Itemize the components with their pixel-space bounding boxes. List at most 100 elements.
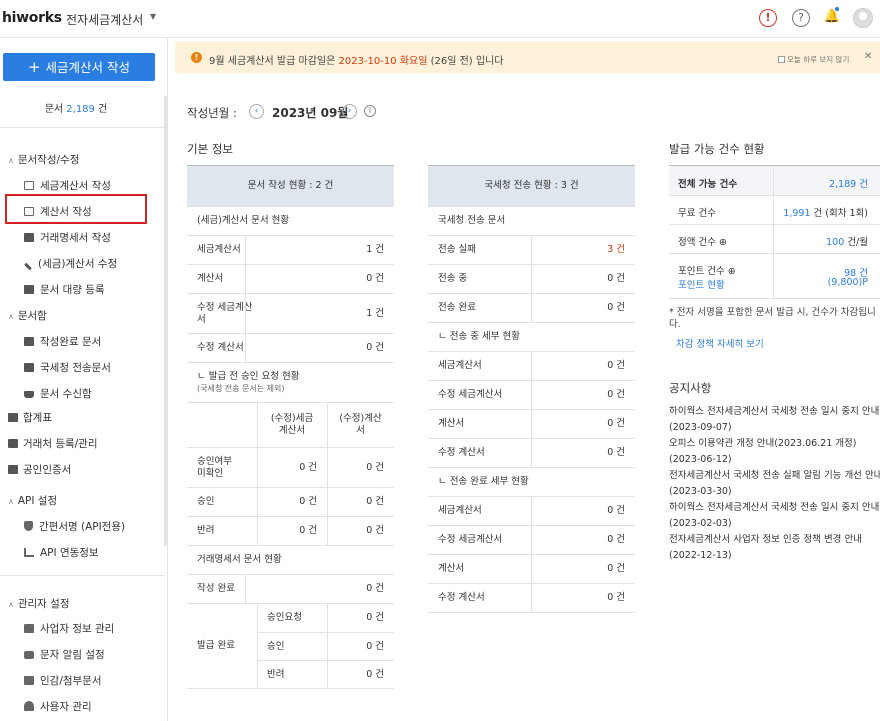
sidebar-item-sms[interactable]: 문자 알림 설정 — [24, 647, 105, 662]
prev-month-button[interactable]: ‹ — [249, 104, 264, 119]
section-row: ㄴ 전송 중 세부 현황 — [428, 323, 635, 352]
table-row: 수정 세금계산서 1 건 — [187, 294, 394, 334]
info-icon[interactable]: i — [364, 105, 376, 117]
total-count[interactable]: 2,189 건 — [829, 176, 868, 190]
table-row: 승인요청 0 건 — [257, 604, 394, 633]
sidebar-item-users[interactable]: 사용자 관리 — [24, 699, 92, 714]
point-status-link[interactable]: 포인트 현황 — [678, 277, 725, 291]
column-divider — [327, 604, 328, 689]
sidebar-item-summary[interactable]: 합계표 — [8, 410, 52, 425]
sidebar-item-nts-sent[interactable]: 국세청 전송문서 — [24, 360, 111, 375]
sent-doc-icon — [24, 363, 34, 372]
free-count[interactable]: 1,991 — [783, 208, 810, 219]
send-fail-count[interactable]: 3 건 — [531, 236, 635, 264]
issuable-table: 전체 가능 건수 2,189 건 무료 건수 1,991 건 (회차 1회) 정… — [669, 165, 880, 299]
sidebar-item-bulk[interactable]: 문서 대량 등록 — [24, 282, 105, 297]
doc-count: 문서 2,189 건 — [44, 104, 108, 115]
chevron-up-icon: ∧ — [8, 312, 14, 321]
sidebar-scrollbar[interactable] — [164, 96, 167, 546]
close-icon[interactable]: ✕ — [864, 51, 872, 62]
building-icon — [8, 439, 18, 448]
section-api[interactable]: ∧ API 설정 — [8, 493, 57, 508]
bell-icon[interactable]: 🔔 — [823, 9, 841, 27]
section-admin[interactable]: ∧ 관리자 설정 — [8, 596, 70, 611]
sidebar: + 세금계산서 작성 문서 2,189 건 ∧ 문서작성/수정 세금계산서 작성 계… — [0, 38, 168, 721]
table-header: 국세청 전송 현황 : 3 건 — [428, 166, 635, 207]
alert-icon[interactable]: ! — [759, 9, 777, 27]
chevron-up-icon: ∧ — [8, 156, 14, 165]
sidebar-item-statement[interactable]: 거래명세서 작성 — [24, 230, 111, 245]
notice-item[interactable]: 전자세금계산서 국세청 전송 실패 알림 기능 개선 안내 (2023-03-30… — [669, 468, 880, 500]
inbox-icon — [24, 391, 34, 398]
column-divider — [257, 604, 258, 689]
table-row: 작성 완료 0 건 — [187, 575, 394, 604]
column-divider — [531, 497, 532, 613]
notice-item[interactable]: 전자세금계산서 사업자 정보 인증 정책 변경 안내 (2022-12-13) — [669, 532, 880, 564]
section-box[interactable]: ∧ 문서함 — [8, 308, 47, 323]
column-divider — [773, 166, 774, 299]
doc-count-value: 2,189 — [66, 104, 95, 115]
sidebar-item-inbox[interactable]: 문서 수신함 — [24, 386, 92, 401]
summary-icon — [8, 413, 18, 422]
table-row: 무료 건수 1,991 건 (회차 1회) — [669, 196, 880, 225]
sidebar-item-partner[interactable]: 거래처 등록/관리 — [8, 436, 98, 451]
sidebar-item-business-info[interactable]: 사업자 정보 관리 — [24, 621, 114, 636]
api-tree-icon — [24, 548, 34, 557]
sidebar-item-api-info[interactable]: API 연동정보 — [24, 545, 99, 560]
next-month-button[interactable]: › — [342, 104, 357, 119]
chat-icon — [24, 651, 34, 659]
fixed-count[interactable]: 100 — [826, 237, 844, 248]
deduction-policy-link[interactable]: 차감 정책 자세히 보기 — [676, 336, 764, 350]
chevron-down-icon[interactable]: ▼ — [150, 12, 156, 21]
checkbox-icon — [778, 56, 785, 63]
sidebar-item-tax-invoice[interactable]: 세금계산서 작성 — [24, 178, 111, 193]
id-card-icon — [24, 624, 34, 633]
table-row: 전체 가능 건수 2,189 건 — [669, 166, 880, 196]
shield-icon — [24, 521, 33, 531]
divider — [0, 575, 165, 576]
app-name[interactable]: 전자세금계산서 — [66, 11, 143, 28]
section-row: 거래명세서 문서 현황 — [187, 546, 394, 575]
section-row: 국세청 전송 문서 — [428, 207, 635, 236]
divider — [0, 127, 165, 128]
deadline-notice: ! 9월 세금계산서 발급 마감일은 2023-10-10 화요일 (26일 전… — [175, 42, 880, 73]
user-icon — [24, 701, 34, 711]
table-row: 세금계산서 1 건 — [187, 236, 394, 265]
deduction-note: * 전자 서명을 포함한 문서 발급 시, 건수가 차감됩니다. — [669, 307, 876, 330]
table-row: 승인 0 건 — [257, 633, 394, 661]
section-row: (세금)계산서 문서 현황 — [187, 207, 394, 236]
basic-info-title: 기본 정보 — [187, 142, 233, 156]
seal-icon — [24, 676, 34, 685]
period-value: 2023년 09월 — [272, 106, 349, 120]
sidebar-item-seal[interactable]: 인감/첨부문서 — [24, 673, 102, 688]
section-write[interactable]: ∧ 문서작성/수정 — [8, 152, 79, 167]
create-tax-invoice-button[interactable]: + 세금계산서 작성 — [3, 53, 155, 81]
pencil-icon — [24, 262, 32, 271]
table-row: 승인 0 건0 건 — [187, 488, 394, 517]
table-row: 반려 0 건0 건 — [187, 517, 394, 546]
statement-icon — [24, 233, 34, 242]
notice-item[interactable]: 하이웍스 전자세금계산서 국세청 전송 일시 중지 안내 (2023-09-07) — [669, 404, 880, 436]
warning-icon: ! — [191, 52, 202, 63]
sidebar-item-simple-sign[interactable]: 간편서명 (API전용) — [24, 519, 125, 534]
sidebar-item-completed[interactable]: 작성완료 문서 — [24, 334, 101, 349]
lock-icon — [8, 465, 18, 474]
column-divider — [257, 403, 258, 546]
column-divider — [531, 352, 532, 468]
table-row: 정액 건수 ⊕ 100 건/월 — [669, 225, 880, 254]
issuable-title: 발급 가능 건수 현황 — [669, 142, 765, 156]
column-divider — [245, 575, 246, 604]
notice-item[interactable]: 오피스 이용약관 개정 안내(2023.06.21 개정) (2023-06-12… — [669, 436, 880, 468]
notice-deadline-date: 2023-10-10 화요일 — [338, 56, 428, 67]
sidebar-item-modify[interactable]: (세금)계산서 수정 — [24, 256, 117, 271]
notification-dot — [835, 7, 839, 11]
sidebar-item-cert[interactable]: 공인인증서 — [8, 462, 71, 477]
help-icon[interactable]: ? — [792, 9, 810, 27]
table-row: 반려 0 건 — [257, 661, 394, 689]
avatar-icon[interactable] — [853, 8, 873, 28]
notice-item[interactable]: 하이웍스 전자세금계산서 국세청 전송 일시 중지 안내 (2023-02-03) — [669, 500, 880, 532]
hiworks-logo[interactable]: hiworks — [2, 10, 62, 26]
point-amount: (9,800)P — [827, 277, 868, 288]
hide-today-checkbox[interactable]: 오늘 하루 보지 않기 — [778, 54, 849, 65]
section-row: ㄴ 발급 전 승인 요청 현황 (국세청 전송 문서는 제외) — [187, 363, 394, 403]
